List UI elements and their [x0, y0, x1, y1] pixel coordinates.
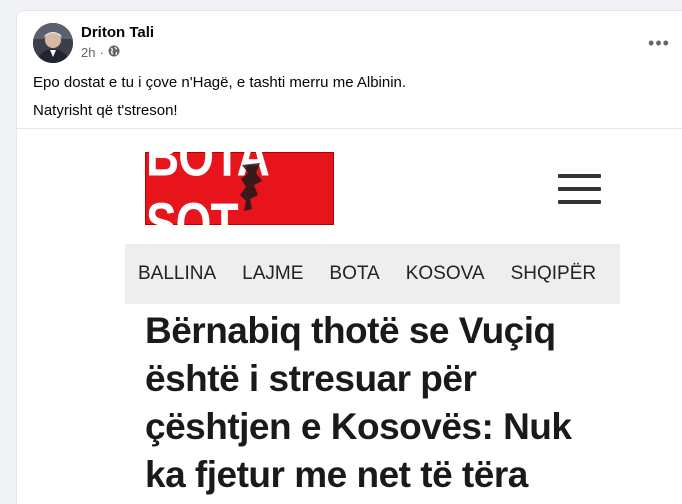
facebook-post: Driton Tali 2h · ••• Epo dostat e tu i ç… [16, 10, 682, 504]
post-text-line2: Natyrisht që t'streson! [33, 102, 178, 119]
hamburger-menu-icon[interactable] [558, 174, 601, 204]
eagle-emblem-icon [240, 163, 262, 211]
globe-icon [108, 45, 120, 60]
shared-screenshot[interactable]: BOTA SOT BALLINA LAJME BOTA KOSOVA SHQIP… [125, 129, 620, 504]
author-name[interactable]: Driton Tali [81, 24, 154, 41]
more-options-icon[interactable]: ••• [643, 27, 675, 59]
nav-item-kosova[interactable]: KOSOVA [393, 263, 498, 285]
post-time[interactable]: 2h [81, 45, 95, 60]
nav-item-lajme[interactable]: LAJME [229, 263, 316, 285]
nav-item-ballina[interactable]: BALLINA [125, 263, 229, 285]
site-nav: BALLINA LAJME BOTA KOSOVA SHQIPËR [125, 244, 620, 304]
post-meta: 2h · [81, 45, 120, 60]
author-avatar[interactable] [33, 23, 73, 63]
post-text-line1: Epo dostat e tu i çove n'Hagë, e tashti … [33, 74, 407, 91]
nav-item-bota[interactable]: BOTA [316, 263, 392, 285]
article-headline: Bërnabiq thotë se Vuçiq është i stresuar… [145, 310, 572, 495]
nav-item-shqiperi[interactable]: SHQIPËR [498, 263, 610, 285]
bota-sot-logo: BOTA SOT [145, 129, 334, 255]
